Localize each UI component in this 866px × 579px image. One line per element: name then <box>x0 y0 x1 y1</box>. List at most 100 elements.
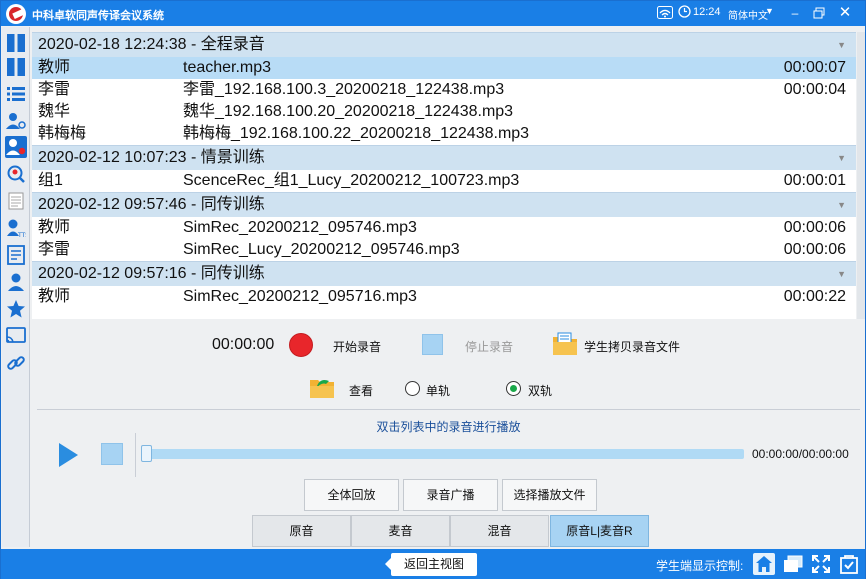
document-icon[interactable] <box>5 190 27 212</box>
speaker-name: 教师 <box>38 219 71 236</box>
file-name: ScenceRec_组1_Lucy_20200212_100723.mp3 <box>183 172 520 189</box>
lock-screen-icon[interactable] <box>838 553 860 575</box>
dual-track-radio[interactable] <box>506 381 521 396</box>
recording-row[interactable]: 李雷 李雷_192.168.100.3_20200218_122438.mp3 00… <box>32 79 856 101</box>
app-window: 中科卓软同声传译会议系统 12:24 简体中文 ▼ – ✕ TT 2020-02… <box>0 0 866 579</box>
chevron-down-icon[interactable]: ▼ <box>837 33 846 57</box>
sidebar-layout-icon[interactable] <box>5 32 27 54</box>
folder-doc-icon[interactable] <box>552 332 578 355</box>
recording-group-header[interactable]: 2020-02-12 10:07:23 - 情景训练 ▼ <box>32 145 856 170</box>
duration: 00:00:07 <box>783 59 846 76</box>
speaker-name: 魏华 <box>38 103 71 120</box>
stop-record-button[interactable]: 停止录音 <box>465 338 513 355</box>
tab-original[interactable]: 原音 <box>252 515 351 547</box>
recording-row[interactable]: 组1 ScenceRec_组1_Lucy_20200212_100723.mp3 0… <box>32 170 856 192</box>
clock-time: 12:24 <box>693 6 721 18</box>
recording-list[interactable]: 2020-02-18 12:24:38 - 全程录音 ▼ 教师 teacher.mp… <box>32 32 856 319</box>
recording-group-header[interactable]: 2020-02-18 12:24:38 - 全程录音 ▼ <box>32 32 856 57</box>
speaker-name: 李雷 <box>38 81 71 98</box>
user-record-icon[interactable] <box>5 136 27 158</box>
folder-view-icon[interactable] <box>309 375 335 398</box>
duration: 00:00:22 <box>783 288 846 305</box>
recording-row[interactable]: 教师 SimRec_20200212_095716.mp3 00:00:22 <box>32 286 856 308</box>
mono-track-radio[interactable] <box>405 381 420 396</box>
group-title: 2020-02-18 12:24:38 - 全程录音 <box>38 36 265 53</box>
record-timer: 00:00:00 <box>212 336 275 353</box>
tab-mix[interactable]: 混音 <box>450 515 549 547</box>
file-name: SimRec_Lucy_20200212_095746.mp3 <box>183 241 460 258</box>
cast-icon[interactable] <box>5 325 27 347</box>
student-display-control-label: 学生端显示控制: <box>656 559 744 573</box>
star-icon[interactable] <box>5 298 27 320</box>
file-name: SimRec_20200212_095716.mp3 <box>183 288 417 305</box>
tab-mic[interactable]: 麦音 <box>351 515 450 547</box>
app-logo-icon <box>6 4 26 24</box>
speaker-name: 组1 <box>38 172 63 189</box>
playback-time: 00:00:00/00:00:00 <box>752 447 849 461</box>
language-select[interactable]: 简体中文 <box>728 7 768 22</box>
recording-row[interactable]: 教师 teacher.mp3 00:00:07 <box>32 57 856 79</box>
tab-original-l-mic-r[interactable]: 原音L|麦音R <box>550 515 649 547</box>
list-icon[interactable] <box>5 83 27 105</box>
network-icon <box>657 6 673 22</box>
search-user-icon[interactable] <box>5 163 27 185</box>
chevron-down-icon[interactable]: ▼ <box>765 6 774 16</box>
divider <box>135 433 136 477</box>
divider <box>37 409 860 410</box>
minimize-button[interactable]: – <box>783 3 807 23</box>
list-scrollbar[interactable] <box>857 32 865 319</box>
playback-progress-handle[interactable] <box>141 445 152 462</box>
user-connect-icon[interactable] <box>5 110 27 132</box>
title-bar: 中科卓软同声传译会议系统 12:24 简体中文 ▼ – ✕ <box>1 1 865 26</box>
back-to-main-button[interactable]: 返回主视图 <box>385 553 477 576</box>
play-icon[interactable] <box>59 443 78 467</box>
recording-group-header[interactable]: 2020-02-12 09:57:46 - 同传训练 ▼ <box>32 192 856 217</box>
speaker-name: 教师 <box>38 288 71 305</box>
file-name: SimRec_20200212_095746.mp3 <box>183 219 417 236</box>
recording-row[interactable]: 李雷 SimRec_Lucy_20200212_095746.mp3 00:00:0… <box>32 239 856 261</box>
record-control-panel: 00:00:00 开始录音 停止录音 学生拷贝录音文件 查看 单轨 双轨 双击列… <box>32 319 865 547</box>
svg-text:TTS: TTS <box>17 232 26 238</box>
playback-progress-bar[interactable] <box>142 449 744 459</box>
sidebar: TTS <box>2 27 30 547</box>
teacher-icon[interactable] <box>5 271 27 293</box>
footer-bar: 返回主视图 学生端显示控制: <box>1 549 865 579</box>
file-name: 韩梅梅_192.168.100.22_20200218_122438.mp3 <box>183 125 530 142</box>
recording-row[interactable]: 教师 SimRec_20200212_095746.mp3 00:00:06 <box>32 217 856 239</box>
replay-all-button[interactable]: 全体回放 <box>304 479 399 511</box>
mic-tts-icon[interactable]: TTS <box>5 217 27 239</box>
chevron-down-icon[interactable]: ▼ <box>837 193 846 217</box>
file-name: teacher.mp3 <box>183 59 272 76</box>
dual-track-label: 双轨 <box>528 384 553 398</box>
record-icon[interactable] <box>289 333 313 357</box>
file-name: 魏华_192.168.100.20_20200218_122438.mp3 <box>183 103 514 120</box>
chevron-down-icon[interactable]: ▼ <box>837 262 846 286</box>
group-title: 2020-02-12 09:57:16 - 同传训练 <box>38 265 265 282</box>
clock-icon <box>678 5 691 21</box>
duration: 00:00:01 <box>783 172 846 189</box>
choose-file-button[interactable]: 选择播放文件 <box>502 479 597 511</box>
group-title: 2020-02-12 09:57:46 - 同传训练 <box>38 196 265 213</box>
stop-record-icon[interactable] <box>422 334 443 355</box>
sidebar-layout-icon-2[interactable] <box>5 56 27 78</box>
restore-button[interactable] <box>807 3 831 23</box>
recording-group-header[interactable]: 2020-02-12 09:57:16 - 同传训练 ▼ <box>32 261 856 286</box>
mono-track-label: 单轨 <box>426 384 451 398</box>
fullscreen-icon[interactable] <box>810 553 832 575</box>
student-copy-button[interactable]: 学生拷贝录音文件 <box>584 338 680 355</box>
view-button[interactable]: 查看 <box>349 382 373 399</box>
windows-icon[interactable] <box>782 553 804 575</box>
close-button[interactable]: ✕ <box>833 3 857 23</box>
chevron-down-icon[interactable]: ▼ <box>837 146 846 170</box>
start-record-button[interactable]: 开始录音 <box>333 338 381 355</box>
recording-row[interactable]: 韩梅梅 韩梅梅_192.168.100.22_20200218_122438.mp… <box>32 123 856 145</box>
broadcast-recording-button[interactable]: 录音广播 <box>403 479 498 511</box>
stop-icon[interactable] <box>101 443 123 465</box>
duration: 00:00:06 <box>783 241 846 258</box>
home-icon[interactable] <box>753 553 775 575</box>
recording-row[interactable]: 魏华 魏华_192.168.100.20_20200218_122438.mp3 <box>32 101 856 123</box>
speaker-name: 韩梅梅 <box>38 125 87 142</box>
playback-hint: 双击列表中的录音进行播放 <box>376 420 521 434</box>
checklist-icon[interactable] <box>5 244 27 266</box>
link-icon[interactable] <box>5 352 27 374</box>
